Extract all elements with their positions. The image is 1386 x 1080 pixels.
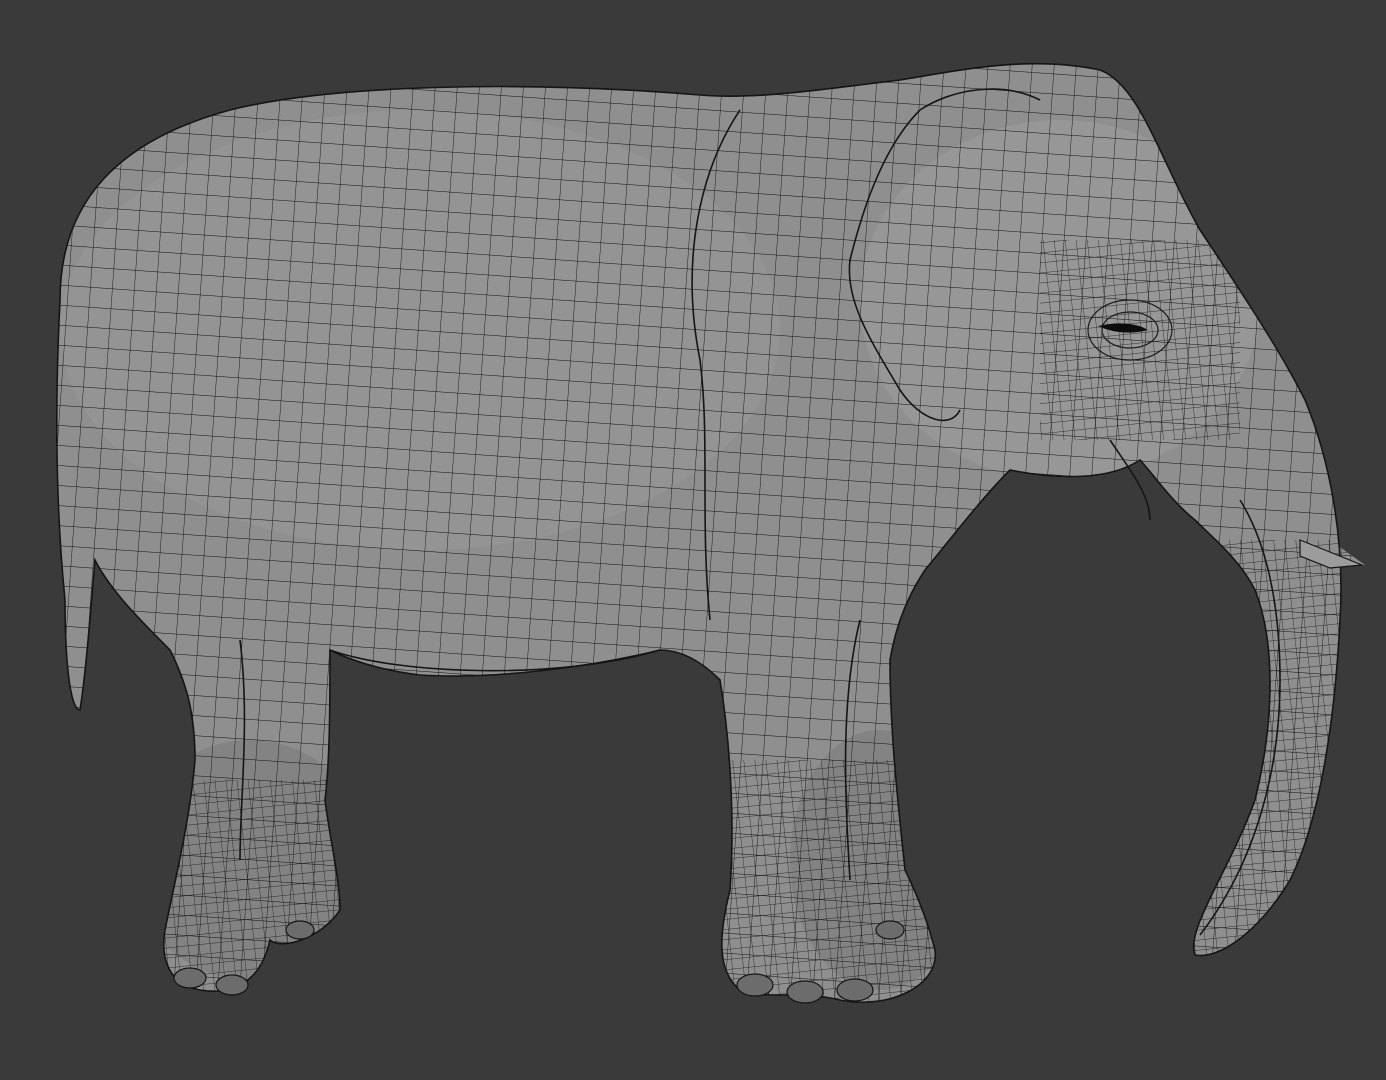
3d-viewport[interactable] bbox=[0, 0, 1386, 1080]
elephant-model[interactable] bbox=[0, 0, 1386, 1080]
mesh-surface bbox=[56, 63, 1365, 1003]
viewport-canvas[interactable] bbox=[0, 0, 1386, 1080]
